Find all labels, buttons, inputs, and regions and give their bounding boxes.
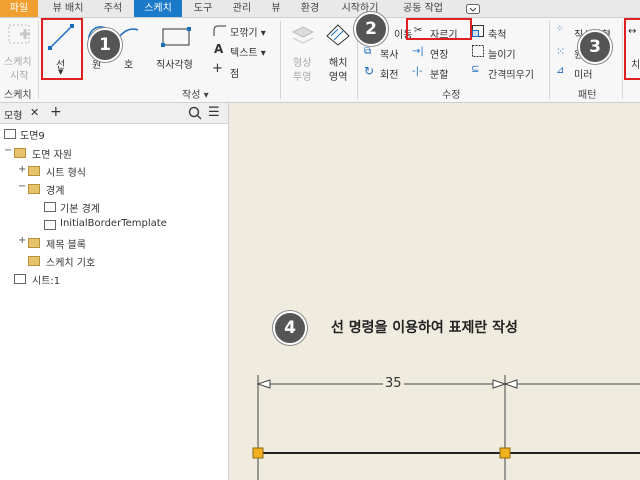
tree-item-drawing-resources[interactable]: 도면 자원 xyxy=(32,146,72,161)
add-tab-icon[interactable]: + xyxy=(50,104,62,120)
rotate-icon[interactable]: ↻ xyxy=(364,64,374,78)
tree-item-drawing[interactable]: 도면9 xyxy=(20,127,45,142)
hatch-region-label-2[interactable]: 영역 xyxy=(329,68,347,83)
text-tool-label[interactable]: 텍스트 ▾ xyxy=(230,44,266,59)
grip-point-left xyxy=(252,447,264,459)
offset-label[interactable]: 간격띄우기 xyxy=(488,66,534,81)
ribbon-panel: 스케치 시작 스케치 선 ▼ 원 호 직사각형 모깎기 ▾ A 텍스트 ▾ + … xyxy=(0,12,640,103)
model-browser: 모형 ✕ + ☰ 도면9 − 도면 자원 + 시트 형식 − 경계 기본 경계 … xyxy=(0,103,229,480)
rectangle-tool-icon[interactable] xyxy=(160,25,192,52)
collapse-icon[interactable]: − xyxy=(4,145,12,156)
circular-pattern-icon[interactable]: ⁙ xyxy=(556,45,565,58)
highlight-line-tool xyxy=(41,18,83,80)
copy-icon[interactable]: ⧉ xyxy=(364,46,371,57)
start-sketch-icon[interactable] xyxy=(6,22,34,51)
ribbon-separator xyxy=(622,21,623,99)
highlight-dimension-tool xyxy=(624,18,640,80)
group-label-modify: 수정 xyxy=(442,90,461,101)
ribbon-separator xyxy=(280,21,281,99)
tab-environment[interactable]: 환경 xyxy=(292,0,328,17)
stretch-label[interactable]: 늘이기 xyxy=(488,46,516,61)
tree-item-title-blocks[interactable]: 제목 블록 xyxy=(46,236,86,251)
step-badge-2: 2 xyxy=(354,12,388,46)
title-block-sketch xyxy=(252,375,640,480)
tree-item-initial-border-template[interactable]: InitialBorderTemplate xyxy=(60,218,167,229)
collapse-icon[interactable]: − xyxy=(18,181,26,192)
tab-collaborate[interactable]: 공동 작업 xyxy=(392,0,454,17)
group-label-sketch: 스케치 xyxy=(4,90,32,101)
project-geometry-label-2: 투영 xyxy=(293,72,312,83)
tree-item-default-border[interactable]: 기본 경계 xyxy=(60,200,100,215)
folder-icon xyxy=(14,148,26,158)
tab-view-layout[interactable]: 뷰 배치 xyxy=(44,0,92,17)
drawing-icon xyxy=(4,129,16,139)
tree-item-sheet-formats[interactable]: 시트 형식 xyxy=(46,164,86,179)
mirror-label[interactable]: 미러 xyxy=(574,66,592,81)
tab-overflow-icon[interactable] xyxy=(462,0,484,17)
dimension-value[interactable]: 35 xyxy=(383,376,404,391)
rectangular-pattern-icon[interactable]: ⁘ xyxy=(556,24,564,34)
hatch-region-label-1[interactable]: 해치 xyxy=(329,54,347,69)
highlight-trim-tool xyxy=(406,18,472,40)
arrowhead-next xyxy=(503,379,518,389)
start-sketch-label-2: 시작 xyxy=(10,71,29,82)
copy-label[interactable]: 복사 xyxy=(380,46,398,61)
border-icon xyxy=(44,202,56,212)
fillet-label[interactable]: 모깎기 ▾ xyxy=(230,24,266,39)
stretch-icon[interactable] xyxy=(472,45,484,60)
split-label[interactable]: 분할 xyxy=(430,66,448,81)
ribbon-separator xyxy=(38,21,39,99)
arrowhead-left xyxy=(256,379,271,389)
point-tool-icon[interactable]: + xyxy=(212,61,223,76)
tab-annotate[interactable]: 주석 xyxy=(96,0,130,17)
extend-label[interactable]: 연장 xyxy=(430,46,448,61)
folder-icon xyxy=(28,238,40,248)
project-geometry-icon[interactable] xyxy=(290,24,316,51)
arrowhead-right xyxy=(492,379,507,389)
menu-icon[interactable]: ☰ xyxy=(208,105,220,120)
search-icon[interactable] xyxy=(188,106,202,123)
tree-item-sketched-symbols[interactable]: 스케치 기호 xyxy=(46,254,95,269)
start-sketch-label-1: 스케치 xyxy=(4,57,32,68)
ribbon-separator xyxy=(549,21,550,99)
expand-icon[interactable]: + xyxy=(18,164,26,175)
mirror-icon[interactable]: ⊿ xyxy=(556,65,564,76)
rotate-label[interactable]: 회전 xyxy=(380,66,398,81)
step-badge-3: 3 xyxy=(578,30,612,64)
hatch-region-icon[interactable] xyxy=(325,23,351,50)
sheet-icon xyxy=(14,274,26,284)
tab-sketch[interactable]: 스케치 xyxy=(134,0,182,17)
tab-file[interactable]: 파일 xyxy=(0,0,38,17)
folder-icon xyxy=(28,184,40,194)
group-label-pattern: 패턴 xyxy=(578,90,597,101)
extend-icon[interactable]: →| xyxy=(412,46,424,57)
fillet-icon[interactable] xyxy=(212,24,226,39)
browser-tab-model[interactable]: 모형 xyxy=(4,107,22,122)
step-badge-1: 1 xyxy=(88,28,122,62)
scale-label[interactable]: 축척 xyxy=(488,26,506,41)
arc-tool-label[interactable]: 호 xyxy=(124,56,133,71)
scale-icon[interactable] xyxy=(472,25,484,40)
expand-icon[interactable]: + xyxy=(18,235,26,246)
project-geometry-label-1: 형상 xyxy=(293,58,312,69)
drawing-canvas[interactable]: 4 선 명령을 이용하여 표제란 작성 35 xyxy=(229,103,640,480)
tree-item-borders[interactable]: 경계 xyxy=(46,182,64,197)
grip-point-right xyxy=(499,447,511,459)
tab-manage[interactable]: 관리 xyxy=(224,0,260,17)
folder-icon xyxy=(28,166,40,176)
browser-toolbar: 모형 ✕ + ☰ xyxy=(0,103,228,124)
text-tool-icon[interactable]: A xyxy=(214,42,223,56)
tab-view[interactable]: 뷰 xyxy=(264,0,288,17)
offset-icon[interactable]: ⊆ xyxy=(471,64,479,75)
tree-item-sheet-1[interactable]: 시트:1 xyxy=(32,272,60,287)
folder-icon xyxy=(28,256,40,266)
border-icon xyxy=(44,220,56,230)
rectangle-tool-label[interactable]: 직사각형 xyxy=(156,56,193,71)
point-tool-label[interactable]: 점 xyxy=(230,65,239,80)
split-icon[interactable]: -|- xyxy=(412,66,423,77)
ribbon-tab-bar: 파일 뷰 배치 주석 스케치 도구 관리 뷰 환경 시작하기 공동 작업 xyxy=(0,0,640,18)
group-label-create[interactable]: 작성 ▾ xyxy=(182,86,209,101)
close-icon[interactable]: ✕ xyxy=(30,106,39,119)
tab-tools[interactable]: 도구 xyxy=(186,0,220,17)
